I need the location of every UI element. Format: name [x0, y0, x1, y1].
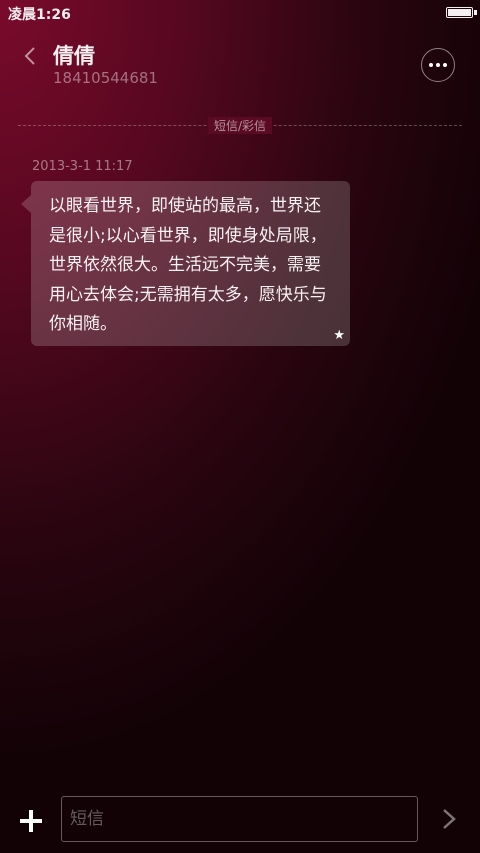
- chevron-left-icon: [24, 47, 35, 65]
- message-bubble[interactable]: 以眼看世界，即使站的最高，世界还是很小;以心看世界，即使身处局限，世界依然很大。…: [21, 181, 350, 346]
- more-horizontal-icon: [436, 63, 440, 67]
- send-button[interactable]: [437, 807, 461, 831]
- star-icon: ★: [333, 328, 345, 343]
- chevron-right-icon: [443, 809, 456, 829]
- message-text: 以眼看世界，即使站的最高，世界还是很小;以心看世界，即使身处局限，世界依然很大。…: [49, 196, 327, 334]
- more-horizontal-icon: [443, 63, 447, 67]
- more-options-button[interactable]: [421, 48, 455, 82]
- more-horizontal-icon: [429, 63, 433, 67]
- compose-bar: [0, 790, 480, 853]
- contact-phone-number: 18410544681: [53, 69, 158, 87]
- conversation-header: 倩倩 18410544681: [0, 26, 480, 106]
- battery-tip: [474, 10, 477, 15]
- message-type-divider: 短信/彩信: [18, 117, 462, 135]
- add-attachment-button[interactable]: [16, 806, 46, 836]
- contact-name: 倩倩: [53, 44, 95, 68]
- bubble-tail: [21, 195, 31, 213]
- divider-label: 短信/彩信: [207, 117, 273, 134]
- plus-icon: [20, 810, 42, 832]
- message-timestamp: 2013-3-1 11:17: [32, 159, 133, 174]
- battery-level: [448, 9, 471, 16]
- message-input[interactable]: [61, 796, 418, 842]
- battery-icon: [446, 7, 473, 18]
- status-bar: 凌晨1:26: [0, 0, 480, 26]
- status-time: 凌晨1:26: [8, 7, 71, 23]
- back-button[interactable]: [14, 40, 46, 72]
